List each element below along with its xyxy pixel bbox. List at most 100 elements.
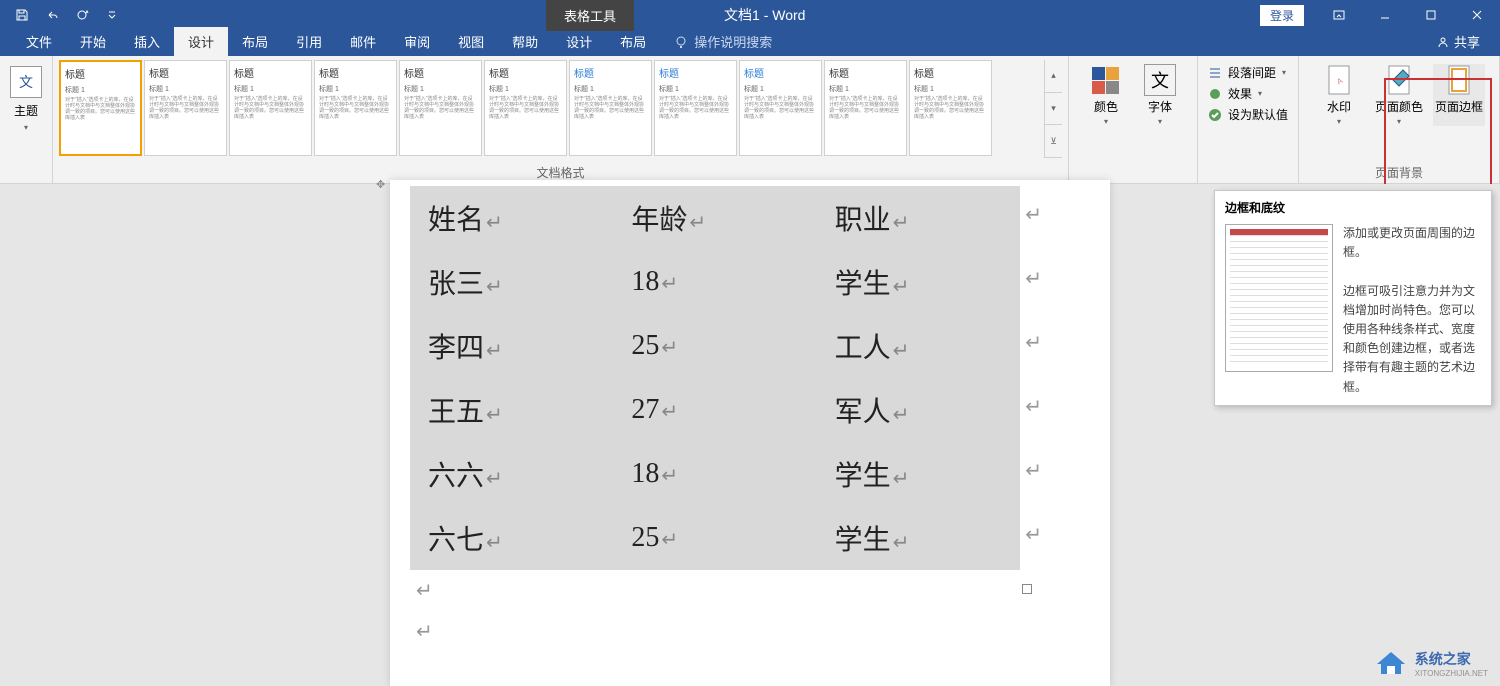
colors-button[interactable]: 颜色 ▾ bbox=[1083, 64, 1129, 126]
page: ✥ 姓名↵年龄↵职业↵↵张三↵18↵学生↵↵李四↵25↵工人↵↵王五↵27↵军人… bbox=[390, 180, 1110, 686]
gallery-down-button[interactable]: ▾ bbox=[1045, 93, 1062, 126]
style-item[interactable]: 标题标题 1对于"插入"选项卡上的库，在设计时与文档中与文档整体外观协调一致的项… bbox=[739, 60, 822, 156]
page-color-button[interactable]: 页面颜色 ▾ bbox=[1373, 64, 1425, 126]
table-row[interactable]: 王五↵27↵军人↵↵ bbox=[410, 378, 1020, 442]
table-cell[interactable]: 25↵ bbox=[613, 506, 816, 570]
effects-icon bbox=[1208, 87, 1222, 101]
maximize-button[interactable] bbox=[1408, 0, 1454, 30]
style-item[interactable]: 标题标题 1对于"插入"选项卡上的库，在设计时与文档中与文档整体外观协调一致的项… bbox=[824, 60, 907, 156]
paragraph-mark: ↵ bbox=[416, 611, 1110, 652]
table-cell[interactable]: 六六↵ bbox=[410, 442, 613, 506]
document-formatting-group: 标题标题 1对于"插入"选项卡上的库，在设计时与文档中与文档整体外观协调一致的项… bbox=[53, 56, 1069, 183]
fonts-button[interactable]: 文 字体 ▾ bbox=[1137, 64, 1183, 126]
quick-access-toolbar bbox=[0, 2, 126, 28]
style-item[interactable]: 标题标题 1对于"插入"选项卡上的库，在设计时与文档中与文档整体外观协调一致的项… bbox=[569, 60, 652, 156]
window-controls: 登录 bbox=[1260, 0, 1500, 30]
style-item[interactable]: 标题标题 1对于"插入"选项卡上的库，在设计时与文档中与文档整体外观协调一致的项… bbox=[229, 60, 312, 156]
themes-group: 文 主题 ▾ bbox=[0, 56, 53, 183]
checkmark-icon bbox=[1208, 108, 1222, 122]
paragraph-spacing-button[interactable]: 段落间距▾ bbox=[1208, 64, 1288, 81]
table-cell[interactable]: 李四↵ bbox=[410, 314, 613, 378]
table-cell[interactable]: 学生↵↵ bbox=[817, 442, 1020, 506]
table-cell[interactable]: 张三↵ bbox=[410, 250, 613, 314]
gallery-more-button[interactable]: ⊻ bbox=[1045, 125, 1062, 158]
tab-insert[interactable]: 插入 bbox=[120, 27, 174, 56]
minimize-button[interactable] bbox=[1362, 0, 1408, 30]
tab-file[interactable]: 文件 bbox=[12, 27, 66, 56]
style-item[interactable]: 标题标题 1对于"插入"选项卡上的库，在设计时与文档中与文档整体外观协调一致的项… bbox=[59, 60, 142, 156]
tab-home[interactable]: 开始 bbox=[66, 27, 120, 56]
colors-fonts-group: 颜色 ▾ 文 字体 ▾ bbox=[1069, 56, 1198, 183]
style-item[interactable]: 标题标题 1对于"插入"选项卡上的库，在设计时与文档中与文档整体外观协调一致的项… bbox=[484, 60, 567, 156]
tab-references[interactable]: 引用 bbox=[282, 27, 336, 56]
close-button[interactable] bbox=[1454, 0, 1500, 30]
page-borders-button[interactable]: 页面边框 bbox=[1433, 64, 1485, 126]
set-default-button[interactable]: 设为默认值 bbox=[1208, 106, 1288, 123]
spacing-effects-group: 段落间距▾ 效果▾ 设为默认值 bbox=[1198, 56, 1299, 183]
table-cell[interactable]: 18↵ bbox=[613, 250, 816, 314]
table-row[interactable]: 李四↵25↵工人↵↵ bbox=[410, 314, 1020, 378]
tab-help[interactable]: 帮助 bbox=[498, 27, 552, 56]
table-cell[interactable]: 六七↵ bbox=[410, 506, 613, 570]
style-item[interactable]: 标题标题 1对于"插入"选项卡上的库，在设计时与文档中与文档整体外观协调一致的项… bbox=[399, 60, 482, 156]
page-color-icon bbox=[1383, 64, 1415, 96]
table-cell[interactable]: 王五↵ bbox=[410, 378, 613, 442]
undo-button[interactable] bbox=[38, 2, 66, 28]
table-cell[interactable]: 姓名↵ bbox=[410, 186, 613, 250]
table-cell[interactable]: 27↵ bbox=[613, 378, 816, 442]
style-gallery[interactable]: 标题标题 1对于"插入"选项卡上的库，在设计时与文档中与文档整体外观协调一致的项… bbox=[59, 60, 1044, 158]
tab-layout[interactable]: 布局 bbox=[228, 27, 282, 56]
style-item[interactable]: 标题标题 1对于"插入"选项卡上的库，在设计时与文档中与文档整体外观协调一致的项… bbox=[314, 60, 397, 156]
tab-review[interactable]: 审阅 bbox=[390, 27, 444, 56]
tab-view[interactable]: 视图 bbox=[444, 27, 498, 56]
document-table[interactable]: 姓名↵年龄↵职业↵↵张三↵18↵学生↵↵李四↵25↵工人↵↵王五↵27↵军人↵↵… bbox=[410, 186, 1020, 570]
site-watermark: 系统之家 XITONGZHIJIA.NET bbox=[1373, 648, 1488, 678]
tab-design[interactable]: 设计 bbox=[174, 27, 228, 56]
page-borders-icon bbox=[1443, 64, 1475, 96]
tab-mailings[interactable]: 邮件 bbox=[336, 27, 390, 56]
table-cell[interactable]: 学生↵↵ bbox=[817, 250, 1020, 314]
qat-dropdown[interactable] bbox=[98, 2, 126, 28]
tell-me-search[interactable]: 操作说明搜索 bbox=[660, 27, 786, 56]
watermark-icon: A bbox=[1323, 64, 1355, 96]
style-item[interactable]: 标题标题 1对于"插入"选项卡上的库，在设计时与文档中与文档整体外观协调一致的项… bbox=[654, 60, 737, 156]
tab-table-layout[interactable]: 布局 bbox=[606, 27, 660, 56]
themes-button[interactable]: 文 主题 ▾ bbox=[6, 60, 46, 132]
ribbon-options-button[interactable] bbox=[1316, 0, 1362, 30]
table-resize-handle[interactable] bbox=[1022, 584, 1032, 594]
ribbon-tabs: 文件 开始 插入 设计 布局 引用 邮件 审阅 视图 帮助 设计 布局 操作说明… bbox=[0, 30, 1500, 56]
group-label-page-background: 页面背景 bbox=[1305, 162, 1493, 181]
table-row[interactable]: 张三↵18↵学生↵↵ bbox=[410, 250, 1020, 314]
table-row[interactable]: 六七↵25↵学生↵↵ bbox=[410, 506, 1020, 570]
save-button[interactable] bbox=[8, 2, 36, 28]
login-button[interactable]: 登录 bbox=[1260, 5, 1304, 26]
table-cell[interactable]: 工人↵↵ bbox=[817, 314, 1020, 378]
page-background-group: A 水印 ▾ 页面颜色 ▾ 页面边框 页面背景 bbox=[1299, 56, 1500, 183]
watermark-button[interactable]: A 水印 ▾ bbox=[1313, 64, 1365, 126]
table-cell[interactable]: 25↵ bbox=[613, 314, 816, 378]
effects-button[interactable]: 效果▾ bbox=[1208, 85, 1288, 102]
redo-button[interactable] bbox=[68, 2, 96, 28]
lightbulb-icon bbox=[674, 35, 688, 49]
tab-table-design[interactable]: 设计 bbox=[552, 27, 606, 56]
table-cell[interactable]: 18↵ bbox=[613, 442, 816, 506]
style-item[interactable]: 标题标题 1对于"插入"选项卡上的库，在设计时与文档中与文档整体外观协调一致的项… bbox=[909, 60, 992, 156]
table-cell[interactable]: 军人↵↵ bbox=[817, 378, 1020, 442]
share-button[interactable]: 共享 bbox=[1428, 27, 1488, 56]
themes-icon: 文 bbox=[10, 66, 42, 98]
tooltip-title: 边框和底纹 bbox=[1225, 199, 1481, 216]
colors-icon bbox=[1090, 64, 1122, 96]
table-anchor-icon[interactable]: ✥ bbox=[376, 178, 385, 191]
paragraph-mark: ↵ bbox=[416, 570, 1110, 611]
table-cell[interactable]: 年龄↵ bbox=[613, 186, 816, 250]
group-label-formatting: 文档格式 bbox=[59, 162, 1062, 181]
gallery-up-button[interactable]: ▴ bbox=[1045, 60, 1062, 93]
table-cell[interactable]: 职业↵↵ bbox=[817, 186, 1020, 250]
table-cell[interactable]: 学生↵↵ bbox=[817, 506, 1020, 570]
gallery-scroll: ▴ ▾ ⊻ bbox=[1044, 60, 1062, 158]
table-row[interactable]: 姓名↵年龄↵职业↵↵ bbox=[410, 186, 1020, 250]
style-item[interactable]: 标题标题 1对于"插入"选项卡上的库，在设计时与文档中与文档整体外观协调一致的项… bbox=[144, 60, 227, 156]
table-row[interactable]: 六六↵18↵学生↵↵ bbox=[410, 442, 1020, 506]
tooltip-description: 添加或更改页面周围的边框。 边框可吸引注意力并为文档增加时尚特色。您可以使用各种… bbox=[1343, 224, 1481, 397]
fonts-icon: 文 bbox=[1144, 64, 1176, 96]
